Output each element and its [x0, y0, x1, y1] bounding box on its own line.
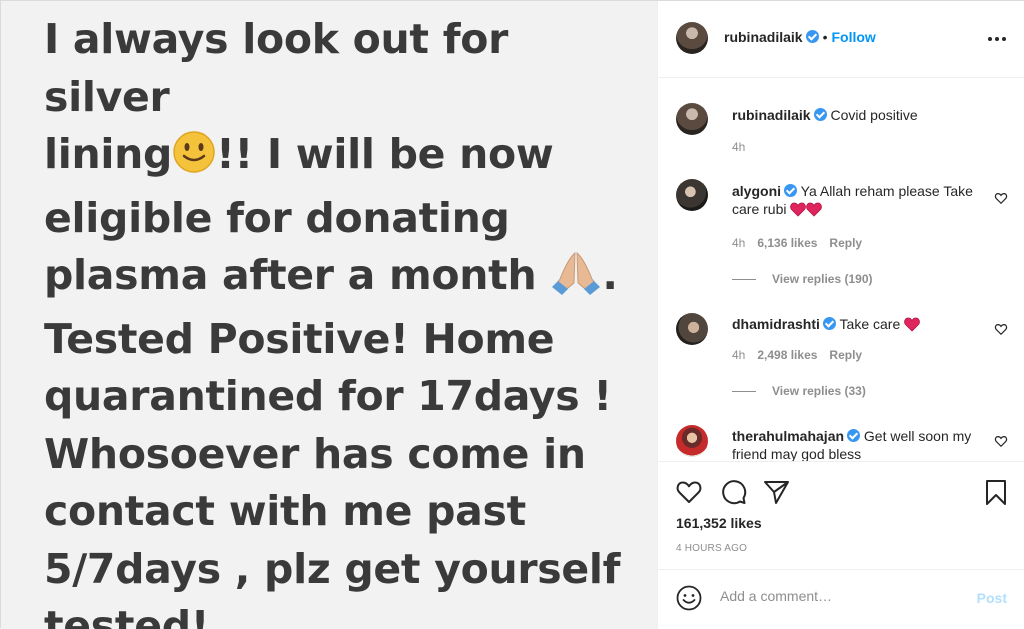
view-replies-label: View replies (190): [772, 272, 873, 286]
bookmark-icon[interactable]: [982, 478, 1010, 506]
reply-button[interactable]: Reply: [829, 236, 862, 250]
commenter-avatar[interactable]: [676, 103, 708, 135]
view-replies-button[interactable]: View replies (33): [714, 384, 866, 398]
commenter-username[interactable]: dhamidrashti: [732, 316, 820, 332]
post-image[interactable]: I always look out for silver lining !! I …: [1, 1, 658, 629]
like-comment-heart-icon[interactable]: [994, 434, 1008, 448]
comment-likes[interactable]: 6,136 likes: [757, 236, 817, 250]
image-text-segment: !! I will be now: [216, 130, 554, 178]
image-text-line: Tested Positive! Home: [44, 314, 555, 363]
image-text-line: tested!: [44, 602, 210, 629]
commenter-username[interactable]: therahulmahajan: [732, 428, 844, 444]
comment-icon[interactable]: [719, 478, 747, 506]
comment-meta: 4h 6,136 likes Reply: [732, 236, 862, 250]
comment-time[interactable]: 4h: [732, 348, 745, 362]
likes-count[interactable]: 161,352 likes: [676, 515, 762, 531]
image-text-segment: .: [602, 251, 618, 299]
verified-badge-icon: [847, 429, 861, 442]
instagram-post: I always look out for silver lining !! I …: [0, 0, 1024, 629]
post-comment-button[interactable]: Post: [977, 590, 1007, 606]
commenter-avatar[interactable]: [676, 425, 708, 457]
post-sidebar: rubinadilaik • Follow rubinadilaik Covid p…: [658, 1, 1024, 629]
author-username[interactable]: rubinadilaik: [724, 29, 803, 45]
separator-dot: •: [822, 29, 828, 45]
image-text-segment: lining: [44, 130, 173, 178]
folded-hands-emoji: [550, 249, 602, 311]
post-image-text: I always look out for silver lining !! I …: [44, 11, 644, 629]
more-options-icon[interactable]: [987, 29, 1007, 49]
reply-button[interactable]: Reply: [829, 348, 862, 362]
image-text-line: plasma after a month .: [44, 247, 644, 311]
heart-icon[interactable]: [675, 478, 703, 506]
image-text-line: lining !! I will be now: [44, 126, 644, 190]
image-text-segment: plasma after a month: [44, 251, 537, 299]
image-text-line: I always look out for silver: [44, 15, 509, 121]
image-text-line: contact with me past: [44, 487, 526, 535]
comment-body: alygoni Ya Allah reham please Take care …: [732, 182, 992, 221]
caption: rubinadilaik Covid positive 4h: [676, 103, 1016, 163]
comment-item: dhamidrashti Take care 4h 2,498 likes Repl…: [676, 313, 1016, 403]
comment-time[interactable]: 4h: [732, 236, 745, 250]
verified-badge-icon: [813, 108, 827, 121]
commenter-username[interactable]: rubinadilaik: [732, 107, 811, 123]
comment-input[interactable]: [720, 588, 960, 604]
red-heart-icon: [790, 202, 807, 221]
comment-item: therahulmahajan Get well soon my friend …: [676, 425, 1016, 461]
comment-likes[interactable]: 2,498 likes: [757, 348, 817, 362]
verified-badge-icon: [784, 184, 798, 197]
comment-text: Take care: [839, 316, 901, 332]
comment-meta: 4h 2,498 likes Reply: [732, 348, 862, 362]
replies-divider: [732, 279, 756, 281]
commenter-avatar[interactable]: [676, 179, 708, 211]
post-timestamp[interactable]: 4 HOURS AGO: [676, 543, 747, 554]
post-actions: 161,352 likes 4 HOURS AGO: [658, 461, 1024, 569]
author-info: rubinadilaik • Follow: [724, 29, 876, 47]
post-header: rubinadilaik • Follow: [658, 1, 1024, 78]
replies-divider: [732, 391, 756, 393]
comment-item: alygoni Ya Allah reham please Take care …: [676, 179, 1016, 289]
view-replies-label: View replies (33): [772, 384, 866, 398]
comment-time[interactable]: 4h: [732, 140, 745, 154]
image-text-line: Whosoever has come in: [44, 429, 586, 478]
comment-text: Covid positive: [830, 107, 918, 123]
comment-meta: 4h: [732, 140, 745, 154]
slightly-smiling-emoji: [172, 130, 216, 190]
image-text-line: eligible for donating: [44, 193, 510, 242]
commenter-avatar[interactable]: [676, 313, 708, 345]
red-heart-icon: [806, 202, 823, 221]
image-text-line: 5/7days , plz get yourself: [44, 544, 621, 593]
image-text-line: quarantined for 17days !: [44, 372, 612, 420]
comment-body: therahulmahajan Get well soon my friend …: [732, 427, 992, 461]
verified-badge-icon: [822, 317, 836, 330]
view-replies-button[interactable]: View replies (190): [714, 272, 873, 286]
add-comment-bar: Post: [658, 569, 1024, 629]
comments-list[interactable]: rubinadilaik Covid positive 4h alygoni Y…: [658, 79, 1024, 461]
comment-body: rubinadilaik Covid positive: [732, 106, 992, 124]
commenter-username[interactable]: alygoni: [732, 183, 781, 199]
author-avatar[interactable]: [676, 22, 708, 54]
red-heart-icon: [904, 317, 920, 336]
share-icon[interactable]: [762, 478, 790, 506]
like-comment-heart-icon[interactable]: [994, 322, 1008, 336]
like-comment-heart-icon[interactable]: [994, 191, 1008, 205]
emoji-icon[interactable]: [676, 585, 702, 611]
follow-button[interactable]: Follow: [831, 29, 875, 45]
comment-body: dhamidrashti Take care: [732, 315, 992, 336]
verified-badge-icon: [805, 30, 819, 43]
